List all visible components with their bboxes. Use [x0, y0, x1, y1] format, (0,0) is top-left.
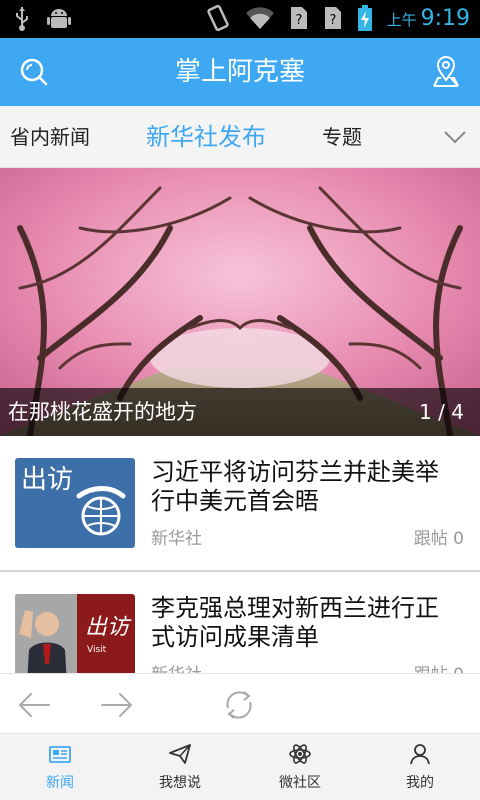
chevron-down-icon[interactable]	[442, 124, 468, 150]
thumb-text-line-1: 出访	[21, 465, 73, 495]
refresh-icon[interactable]	[222, 688, 256, 722]
banner-caption-bar: 在那桃花盛开的地方 1 / 4	[0, 388, 480, 436]
status-time: 9:19	[420, 5, 470, 31]
news-item[interactable]: 出访 Visit 李克强总理对新西兰进行正式访问成果清单 新华社 跟帖 0	[0, 574, 480, 674]
wifi-icon	[245, 7, 274, 29]
status-bar-system: ? ? 上午 9:19	[205, 4, 470, 32]
news-title: 李克强总理对新西兰进行正式访问成果清单	[151, 594, 439, 651]
bottom-tab-community[interactable]: 微社区	[240, 734, 360, 800]
thumb-text: 出访	[85, 615, 132, 640]
bottom-tab-bar: 新闻 我想说 微社区 我的	[0, 733, 480, 800]
bottom-tab-label: 我的	[406, 775, 434, 791]
news-title: 习近平将访问芬兰并赴美举行中美元首会晤	[151, 458, 439, 515]
news-reply-count: 跟帖 0	[414, 660, 464, 674]
bottom-tab-say[interactable]: 我想说	[120, 734, 240, 800]
news-item[interactable]: 出访 习近平将访问芬兰并赴美举行中美元首会晤 新华社 跟帖 0	[0, 436, 480, 572]
forward-arrow-icon[interactable]	[100, 688, 134, 722]
user-icon	[410, 744, 430, 765]
thumb-subtext: Visit	[87, 645, 107, 655]
bottom-tab-label: 新闻	[46, 775, 74, 791]
bottom-tab-label: 微社区	[279, 775, 321, 791]
back-arrow-icon[interactable]	[17, 688, 51, 722]
battery-charging-icon	[357, 5, 372, 31]
no-sim-icon: ?	[290, 7, 307, 29]
location-icon[interactable]	[430, 54, 462, 88]
no-sim-icon: ?	[324, 7, 341, 29]
paper-plane-icon	[169, 744, 191, 764]
bottom-tab-news[interactable]: 新闻	[0, 734, 120, 800]
newspaper-icon	[49, 746, 71, 763]
status-bar-notifications	[14, 6, 72, 32]
status-ampm: 上午	[386, 10, 417, 29]
atom-icon	[289, 744, 311, 764]
news-thumbnail: 出访	[15, 458, 135, 548]
svg-text:?: ?	[295, 13, 302, 28]
news-reply-count: 跟帖 0	[413, 529, 464, 549]
news-source: 新华社	[151, 529, 202, 549]
app-header: 掌上阿克塞	[0, 38, 480, 106]
banner-page-indicator: 1 / 4	[419, 400, 464, 424]
navigation-bar	[0, 673, 480, 733]
bottom-tab-label: 我想说	[159, 775, 201, 791]
tab-xinhua[interactable]: 新华社发布	[146, 106, 266, 168]
status-bar: ? ? 上午 9:19	[0, 0, 480, 38]
svg-text:?: ?	[329, 13, 336, 28]
banner-caption: 在那桃花盛开的地方	[8, 400, 197, 424]
banner-carousel[interactable]: 在那桃花盛开的地方 1 / 4	[0, 168, 480, 436]
vibrate-icon	[206, 4, 229, 32]
android-icon	[47, 9, 71, 28]
news-thumbnail: 出访 Visit	[15, 594, 135, 674]
bottom-tab-me[interactable]: 我的	[360, 734, 480, 800]
tab-topics[interactable]: 专题	[322, 106, 362, 168]
news-source: 新华社	[151, 660, 202, 674]
category-tabs: 省内新闻 新华社发布 专题	[0, 106, 480, 168]
tab-provincial-news[interactable]: 省内新闻	[10, 106, 90, 168]
usb-icon	[16, 7, 28, 31]
app-title: 掌上阿克塞	[174, 57, 305, 87]
